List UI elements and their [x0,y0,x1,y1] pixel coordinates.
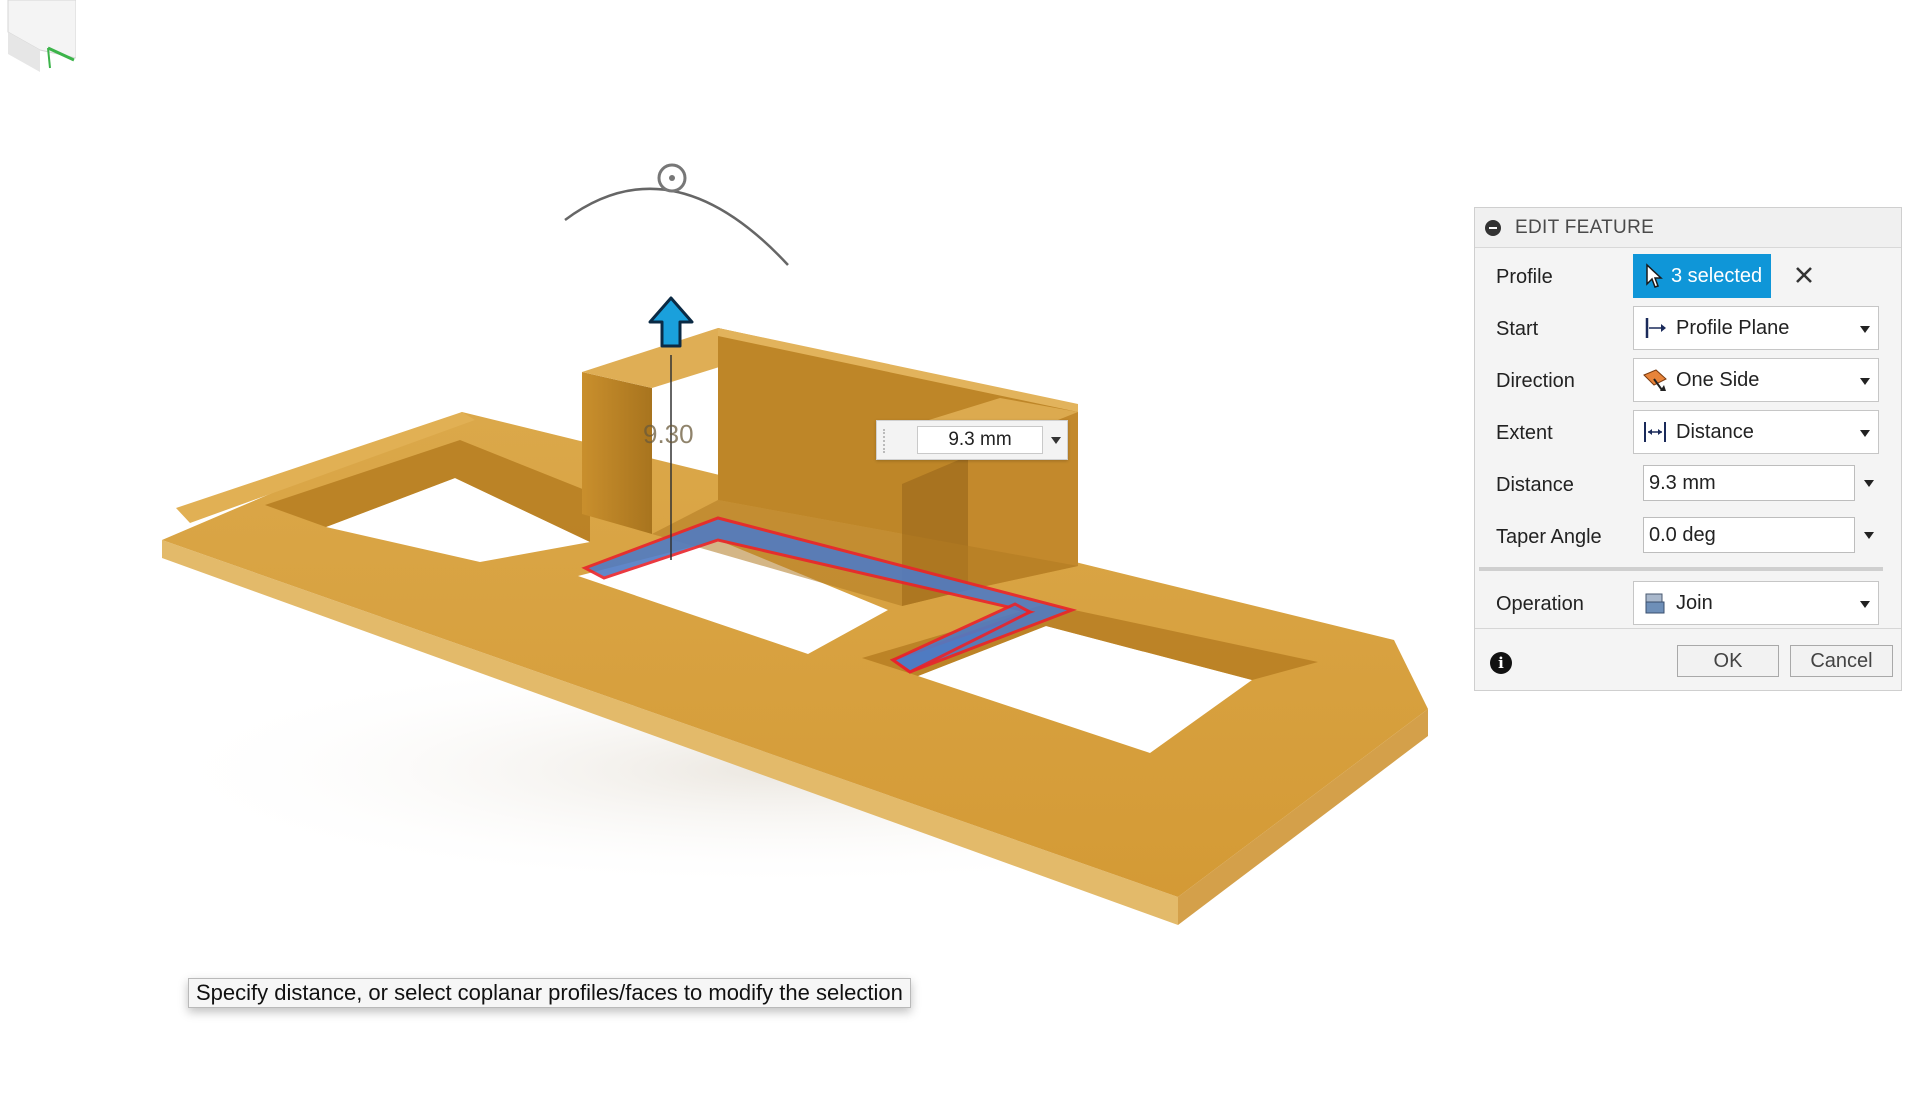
status-hint: Specify distance, or select coplanar pro… [188,978,911,1008]
operation-dropdown[interactable]: Join [1633,581,1879,625]
operation-value: Join [1676,591,1713,614]
start-label: Start [1496,318,1539,340]
row-extent: Extent Distance [1475,410,1901,454]
dimension-text: 9.30 [643,419,694,449]
panel-header[interactable]: EDIT FEATURE [1475,208,1901,248]
footer-divider [1475,628,1901,629]
one-side-icon [1643,369,1667,391]
chevron-down-icon [1860,430,1870,437]
row-profile: Profile 3 selected [1475,254,1901,298]
chevron-down-icon [1860,601,1870,608]
distance-options-chevron-icon[interactable] [1864,480,1874,487]
extent-value: Distance [1676,420,1754,443]
extent-label: Extent [1496,422,1553,444]
start-dropdown[interactable]: Profile Plane [1633,306,1879,350]
view-cube[interactable] [0,0,76,72]
cursor-icon [1646,263,1663,288]
row-distance: Distance 9.3 mm [1475,462,1901,506]
join-icon [1645,593,1665,614]
profile-selection-button[interactable]: 3 selected [1633,254,1771,298]
rotation-handle-dot [669,175,675,181]
distance-input[interactable]: 9.3 mm [1643,465,1855,501]
panel-title: EDIT FEATURE [1515,216,1655,238]
start-value: Profile Plane [1676,316,1790,339]
block-left-front [582,372,652,534]
taper-angle-label: Taper Angle [1496,526,1602,548]
direction-label: Direction [1496,370,1575,392]
row-direction: Direction One Side [1475,358,1901,402]
chevron-down-icon [1860,326,1870,333]
distance-label: Distance [1496,474,1574,496]
edit-feature-panel: EDIT FEATURE Profile 3 selected Start Pr… [1474,207,1902,691]
profile-label: Profile [1496,266,1553,288]
row-operation: Operation Join [1475,581,1901,625]
row-taper-angle: Taper Angle 0.0 deg [1475,514,1901,558]
taper-angle-input[interactable]: 0.0 deg [1643,517,1855,553]
inline-distance-input[interactable]: 9.3 mm [876,420,1068,460]
info-icon[interactable]: i [1490,652,1512,674]
operation-label: Operation [1496,593,1584,615]
collapse-icon[interactable] [1485,219,1501,236]
chevron-down-icon [1860,378,1870,385]
distance-icon [1644,422,1666,442]
profile-selection-label: 3 selected [1671,264,1763,287]
extent-dropdown[interactable]: Distance [1633,410,1879,454]
profile-plane-icon [1645,318,1666,338]
direction-dropdown[interactable]: One Side [1633,358,1879,402]
inline-distance-dropdown-icon[interactable] [1051,437,1061,444]
section-divider [1479,567,1883,571]
rotation-arc[interactable] [564,187,789,266]
direction-value: One Side [1676,368,1760,391]
inline-distance-field[interactable]: 9.3 mm [917,426,1043,454]
cancel-button[interactable]: Cancel [1790,645,1893,677]
clear-selection-icon[interactable] [1791,262,1817,288]
drag-grip[interactable] [883,429,889,453]
taper-angle-options-chevron-icon[interactable] [1864,532,1874,539]
row-start: Start Profile Plane [1475,306,1901,350]
ok-button[interactable]: OK [1677,645,1779,677]
